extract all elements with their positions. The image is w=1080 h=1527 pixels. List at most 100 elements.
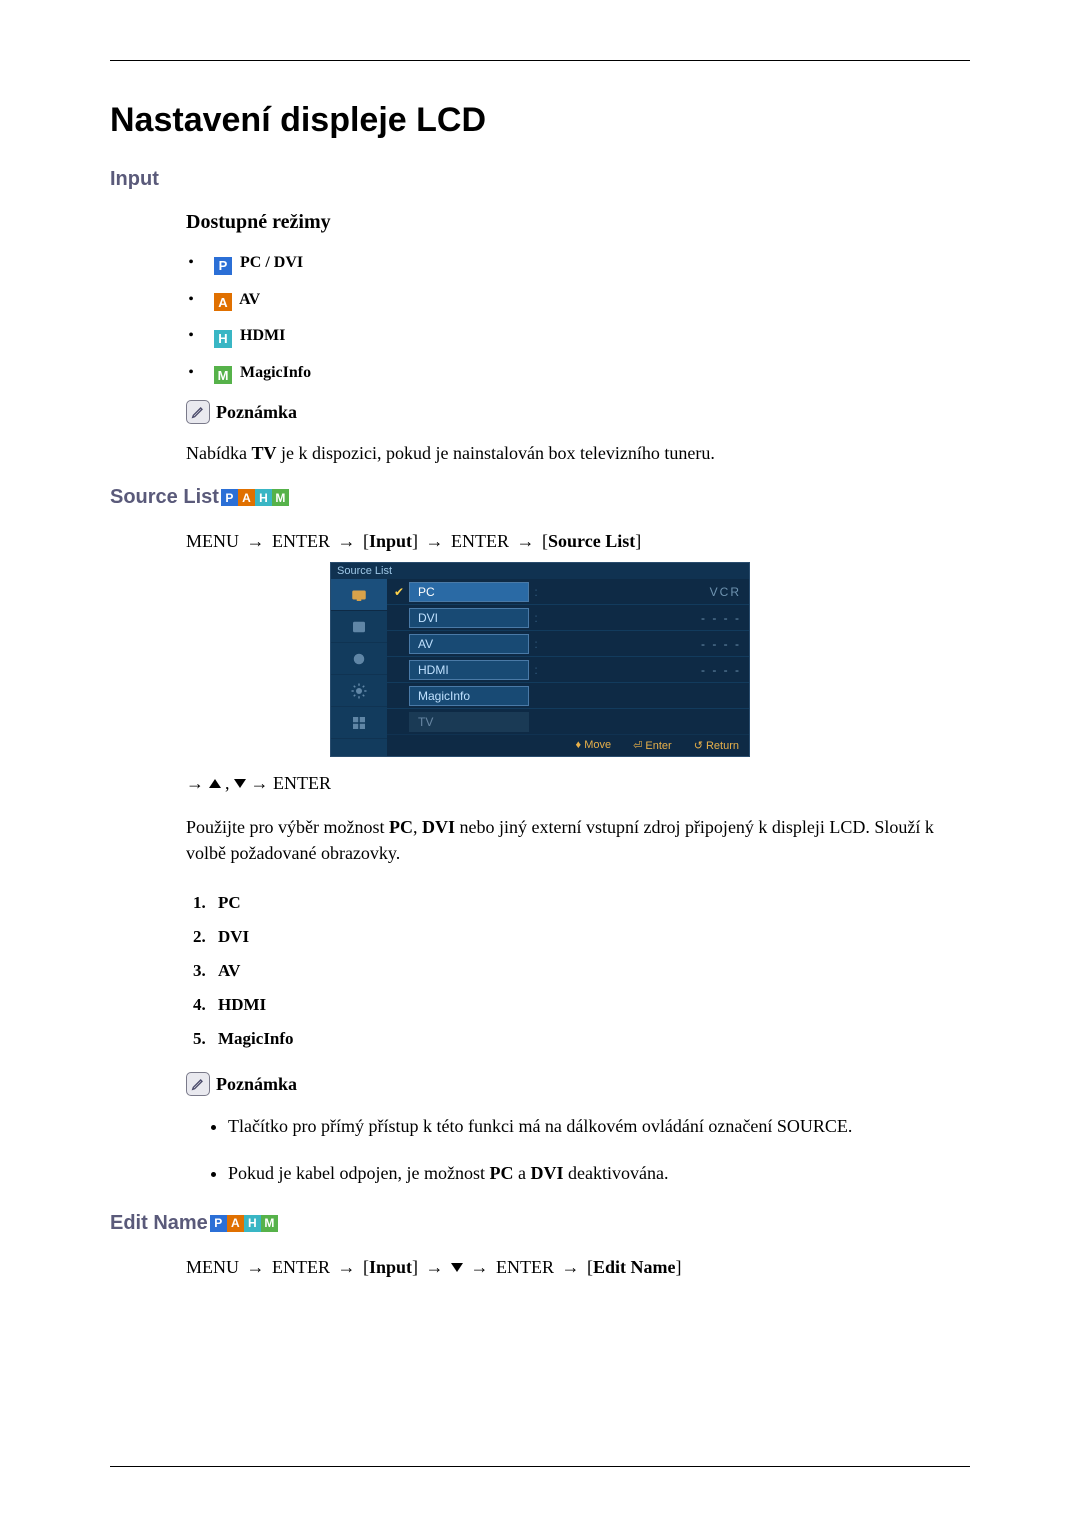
h-badge-icon: H (244, 1215, 261, 1232)
bullet-icon: • (186, 364, 196, 382)
osd-footer-label: Return (706, 740, 739, 752)
note-item: Tlačítko pro přímý přístup k této funkci… (228, 1112, 970, 1141)
osd-option-label: HDMI (409, 660, 529, 680)
source-list-badges: P A H M (221, 489, 289, 506)
osd-value: - - - - (543, 663, 741, 677)
osd-check-icon (393, 612, 405, 624)
p-badge-icon: P (210, 1215, 227, 1232)
source-list-notes: Tlačítko pro přímý přístup k této funkci… (228, 1112, 970, 1188)
nav-hint-source-list: → , → ENTER (186, 773, 970, 794)
a-badge-icon: A (238, 489, 255, 506)
osd-row: PC : VCR (387, 579, 749, 605)
osd-footer-move: ♦ Move (576, 739, 612, 752)
menu-path-seg: ENTER (272, 1257, 330, 1277)
note-block-source-list: Poznámka (186, 1072, 970, 1096)
source-ordered-list: PC DVI AV HDMI MagicInfo (210, 886, 970, 1056)
arrow-icon: → (471, 1257, 489, 1277)
osd-sep: : (529, 611, 543, 625)
arrow-icon: → (517, 531, 535, 551)
list-item: HDMI (210, 988, 970, 1022)
osd-check-icon (393, 586, 405, 598)
osd-side-picture-icon (331, 611, 387, 643)
modes-subheading: Dostupné režimy (186, 211, 970, 234)
note-bold: PC (489, 1163, 513, 1183)
osd-sep: : (529, 637, 543, 651)
m-badge-icon: M (261, 1215, 278, 1232)
triangle-up-icon (209, 779, 221, 788)
menu-path-seg: ENTER (272, 531, 330, 551)
note-text-pre: Nabídka (186, 443, 251, 463)
desc-text: Použijte pro výběr možnost (186, 817, 389, 837)
p-badge-icon: P (214, 257, 232, 275)
osd-check-icon (393, 638, 405, 650)
osd-footer-label: Enter (645, 740, 671, 752)
mode-label: PC / DVI (240, 254, 303, 271)
note-pencil-icon (186, 400, 210, 424)
list-item: MagicInfo (210, 1022, 970, 1056)
m-badge-icon: M (214, 366, 232, 384)
note-text-bold: TV (251, 443, 276, 463)
menu-path-seg-bold: Input (369, 531, 412, 551)
arrow-icon: → (338, 531, 356, 551)
osd-side-multi-icon (331, 707, 387, 739)
osd-footer-return: ↺ Return (694, 739, 739, 752)
mode-item-pc-dvi: • P PC / DVI (186, 254, 970, 275)
menu-path-source-list: MENU → ENTER → [Input] → ENTER → [Source… (186, 531, 970, 552)
nav-hint-enter: ENTER (273, 773, 331, 793)
osd-value: - - - - (543, 611, 741, 625)
mode-label: HDMI (240, 327, 285, 344)
note-pencil-icon (186, 1072, 210, 1096)
menu-path-seg: MENU (186, 531, 239, 551)
osd-screenshot: Source List PC : VCR (330, 562, 750, 757)
osd-sep: : (529, 585, 543, 599)
bottom-rule (110, 1466, 970, 1467)
m-badge-icon: M (272, 489, 289, 506)
osd-option-label: AV (409, 634, 529, 654)
osd-sidebar (331, 579, 387, 756)
note-bold: DVI (530, 1163, 563, 1183)
menu-path-seg: MENU (186, 1257, 239, 1277)
note-item: Pokud je kabel odpojen, je možnost PC a … (228, 1159, 970, 1188)
edit-name-badges: P A H M (210, 1215, 278, 1232)
mode-label: MagicInfo (240, 364, 311, 381)
p-badge-icon: P (221, 489, 238, 506)
arrow-icon: → (247, 531, 265, 551)
mode-label: AV (239, 291, 260, 308)
osd-row: TV (387, 709, 749, 735)
menu-path-seg-bold: Input (369, 1257, 412, 1277)
list-item: PC (210, 886, 970, 920)
page-title: Nastavení displeje LCD (110, 101, 970, 140)
note-block-input: Poznámka (186, 400, 970, 424)
note-text: a (513, 1163, 530, 1183)
osd-option-label: TV (409, 712, 529, 732)
bullet-icon: • (186, 327, 196, 345)
osd-option-label: PC (409, 582, 529, 602)
mode-item-hdmi: • H HDMI (186, 327, 970, 348)
arrow-icon: → (562, 1257, 580, 1277)
arrow-icon: → (426, 1257, 444, 1277)
note-text-input: Nabídka TV je k dispozici, pokud je nain… (186, 440, 970, 466)
menu-path-seg: ENTER (496, 1257, 554, 1277)
osd-main: PC : VCR DVI : - - - - AV : - - - (387, 579, 749, 756)
desc-bold: DVI (422, 817, 455, 837)
osd-row: HDMI : - - - - (387, 657, 749, 683)
osd-check-icon (393, 690, 405, 702)
osd-value: VCR (543, 585, 741, 599)
arrow-icon: → (247, 1257, 265, 1277)
desc-bold: PC (389, 817, 413, 837)
desc-text: , (413, 817, 422, 837)
available-modes-list: • P PC / DVI • A AV • H HDMI • M MagicIn… (186, 254, 970, 384)
note-text: Pokud je kabel odpojen, je možnost (228, 1163, 489, 1183)
triangle-down-icon (234, 779, 246, 788)
h-badge-icon: H (214, 330, 232, 348)
osd-title: Source List (331, 563, 749, 579)
osd-row: DVI : - - - - (387, 605, 749, 631)
osd-footer-label: Move (584, 739, 611, 751)
osd-side-sound-icon (331, 643, 387, 675)
osd-side-input-icon (331, 579, 387, 611)
osd-footer: ♦ Move ⏎ Enter ↺ Return (387, 735, 749, 756)
osd-check-icon (393, 716, 405, 728)
a-badge-icon: A (227, 1215, 244, 1232)
triangle-down-icon (451, 1263, 463, 1272)
osd-side-setup-icon (331, 675, 387, 707)
